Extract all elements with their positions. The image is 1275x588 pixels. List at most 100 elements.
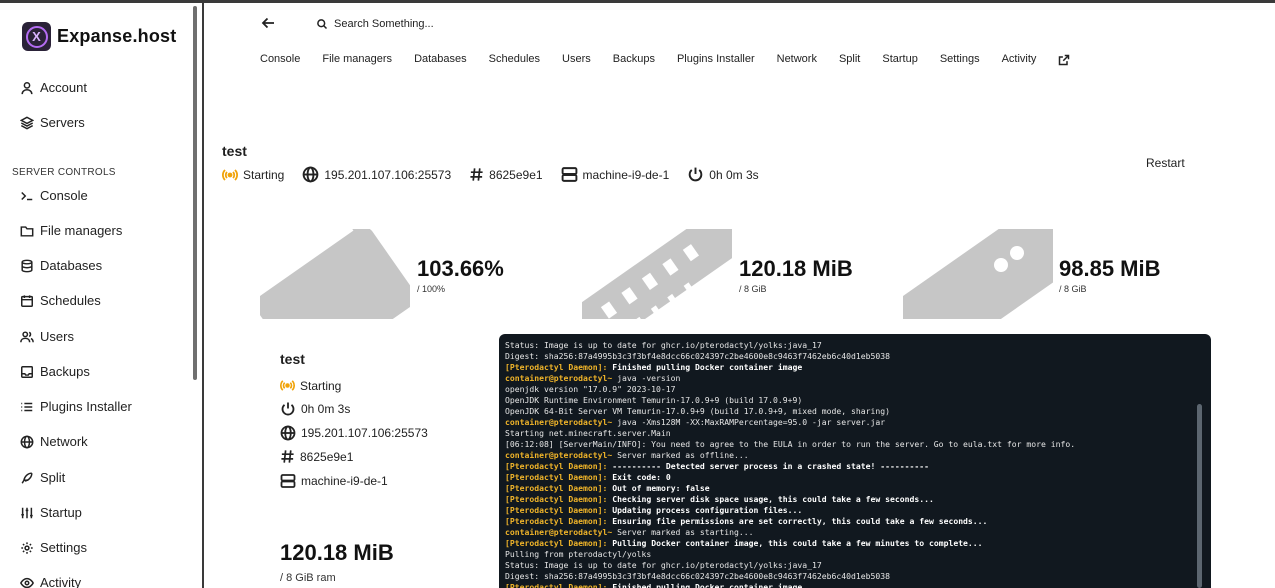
console-line: [Pterodactyl Daemon]: Out of memory: fal… xyxy=(505,483,1205,494)
sidebar-item-label: Activity xyxy=(40,575,82,588)
sidebar-item-account[interactable]: Account xyxy=(20,80,87,95)
sidebar-item-label: Databases xyxy=(40,258,103,273)
tab-activity[interactable]: Activity xyxy=(1002,53,1037,66)
globe-icon xyxy=(20,435,34,448)
server-icon xyxy=(280,474,296,488)
console-line: [Pterodactyl Daemon]: ---------- Detecte… xyxy=(505,461,1205,472)
memory-icon xyxy=(582,229,732,319)
sidebar-item-activity[interactable]: Activity xyxy=(20,575,81,588)
sidebar-item-databases[interactable]: Databases xyxy=(20,258,102,273)
cpu-icon xyxy=(260,229,410,319)
server-status-text: Starting xyxy=(243,167,285,182)
sidebar-item-plugins-installer[interactable]: Plugins Installer xyxy=(20,399,132,414)
sliders-icon xyxy=(21,507,33,518)
server-node-text: machine-i9-de-1 xyxy=(582,167,670,182)
sidebar-item-label: Console xyxy=(40,188,88,203)
console-scrollbar[interactable] xyxy=(1197,404,1202,588)
eye-icon xyxy=(20,577,34,588)
server-uptime-text: 0h 0m 3s xyxy=(709,167,759,182)
sidebar-item-network[interactable]: Network xyxy=(20,434,88,449)
sidebar-item-file-managers[interactable]: File managers xyxy=(20,223,122,238)
console-line-text: Status: Image is up to date for ghcr.io/… xyxy=(505,340,822,350)
console-line-prefix: container@pterodactyl~ xyxy=(505,417,613,427)
tab-databases[interactable]: Databases xyxy=(414,53,467,66)
console-line: container@pterodactyl~ Server marked as … xyxy=(505,527,1205,538)
console-line-text: OpenJDK Runtime Environment Temurin-17.0… xyxy=(505,395,803,405)
broadcast-icon xyxy=(222,168,238,181)
server-icon xyxy=(561,167,577,182)
console-line-prefix: [Pterodactyl Daemon]: xyxy=(505,362,608,372)
console-line-text: [06:12:08] [ServerMain/INFO]: You need t… xyxy=(505,439,1076,449)
console-line: Digest: sha256:87a4995b3c3f3bf4e8dcc66c0… xyxy=(505,571,1205,582)
console-line-text: Updating process configuration files... xyxy=(607,505,803,515)
restart-button[interactable]: Restart xyxy=(1146,156,1185,170)
console-line-prefix: [Pterodactyl Daemon]: xyxy=(505,472,608,482)
console-line-prefix: container@pterodactyl~ xyxy=(505,527,613,537)
details-node-text: machine-i9-de-1 xyxy=(301,474,388,488)
disk-icon xyxy=(903,229,1053,319)
console-line: [Pterodactyl Daemon]: Ensuring file perm… xyxy=(505,516,1205,527)
console-line-prefix: [Pterodactyl Daemon]: xyxy=(505,582,608,588)
ram-usage-limit: / 8 GiB ram xyxy=(280,572,336,584)
tab-file-managers[interactable]: File managers xyxy=(322,53,392,66)
sidebar-item-servers[interactable]: Servers xyxy=(20,115,85,130)
user-icon xyxy=(21,81,33,94)
sidebar-item-split[interactable]: Split xyxy=(20,470,65,485)
console-line: container@pterodactyl~ java -version xyxy=(505,373,1205,384)
server-status: Starting xyxy=(222,167,284,183)
sidebar-item-label: Account xyxy=(40,80,87,95)
memory-usage-value: 120.18 MiB xyxy=(739,256,853,281)
sidebar-item-console[interactable]: Console xyxy=(20,188,88,203)
power-icon xyxy=(688,167,703,182)
calendar-icon xyxy=(21,294,33,307)
brand-name: Expanse.host xyxy=(57,26,177,46)
console-line-prefix: container@pterodactyl~ xyxy=(505,373,613,383)
sidebar-scrollbar[interactable] xyxy=(193,6,197,380)
database-icon xyxy=(21,259,33,272)
console-line: [Pterodactyl Daemon]: Updating process c… xyxy=(505,505,1205,516)
back-arrow-icon[interactable] xyxy=(260,15,276,31)
server-address: 195.201.107.106:25573 xyxy=(302,166,451,183)
console-line: [Pterodactyl Daemon]: Checking server di… xyxy=(505,494,1205,505)
console-line: [Pterodactyl Daemon]: Finished pulling D… xyxy=(505,362,1205,373)
search-bar[interactable] xyxy=(316,15,516,33)
tab-startup[interactable]: Startup xyxy=(882,53,917,66)
console-line-prefix: [Pterodactyl Daemon]: xyxy=(505,516,608,526)
external-link-icon[interactable] xyxy=(1058,54,1070,66)
console-line: OpenJDK 64-Bit Server VM Temurin-17.0.9+… xyxy=(505,406,1205,417)
console-output[interactable]: Status: Image is up to date for ghcr.io/… xyxy=(499,334,1211,588)
server-name: test xyxy=(222,143,247,159)
tab-console[interactable]: Console xyxy=(260,53,300,66)
tab-split[interactable]: Split xyxy=(839,53,860,66)
users-icon xyxy=(20,330,34,342)
tab-settings[interactable]: Settings xyxy=(940,53,980,66)
console-line-text: Pulling Docker container image, this cou… xyxy=(607,538,983,548)
sidebar-item-startup[interactable]: Startup xyxy=(20,505,82,520)
search-input[interactable] xyxy=(334,18,504,30)
memory-usage-limit: / 8 GiB xyxy=(739,284,767,294)
console-line-prefix: [Pterodactyl Daemon]: xyxy=(505,483,608,493)
sidebar-item-settings[interactable]: Settings xyxy=(20,540,87,555)
sidebar-item-schedules[interactable]: Schedules xyxy=(20,293,101,308)
tab-plugins-installer[interactable]: Plugins Installer xyxy=(677,53,755,66)
sidebar-item-label: Network xyxy=(40,434,88,449)
sidebar-item-users[interactable]: Users xyxy=(20,329,74,344)
server-tabs: Console File managers Databases Schedule… xyxy=(260,53,1070,66)
tab-network[interactable]: Network xyxy=(777,53,817,66)
console-line: Status: Image is up to date for ghcr.io/… xyxy=(505,340,1205,351)
console-line-text: Digest: sha256:87a4995b3c3f3bf4e8dcc66c0… xyxy=(505,571,890,581)
cpu-usage-value: 103.66% xyxy=(417,256,504,281)
disk-usage-limit: / 8 GiB xyxy=(1059,284,1087,294)
tab-users[interactable]: Users xyxy=(562,53,591,66)
tab-backups[interactable]: Backups xyxy=(613,53,655,66)
sidebar-item-backups[interactable]: Backups xyxy=(20,364,90,379)
details-id-text: 8625e9e1 xyxy=(300,449,354,464)
cpu-usage-limit: / 100% xyxy=(417,284,446,294)
console-line: [Pterodactyl Daemon]: Exit code: 0 xyxy=(505,472,1205,483)
brand[interactable]: X Expanse.host xyxy=(22,22,176,51)
feather-icon xyxy=(21,471,33,484)
tab-schedules[interactable]: Schedules xyxy=(489,53,540,66)
search-icon xyxy=(317,19,328,30)
globe-icon xyxy=(302,166,319,183)
details-node: machine-i9-de-1 xyxy=(280,473,388,489)
